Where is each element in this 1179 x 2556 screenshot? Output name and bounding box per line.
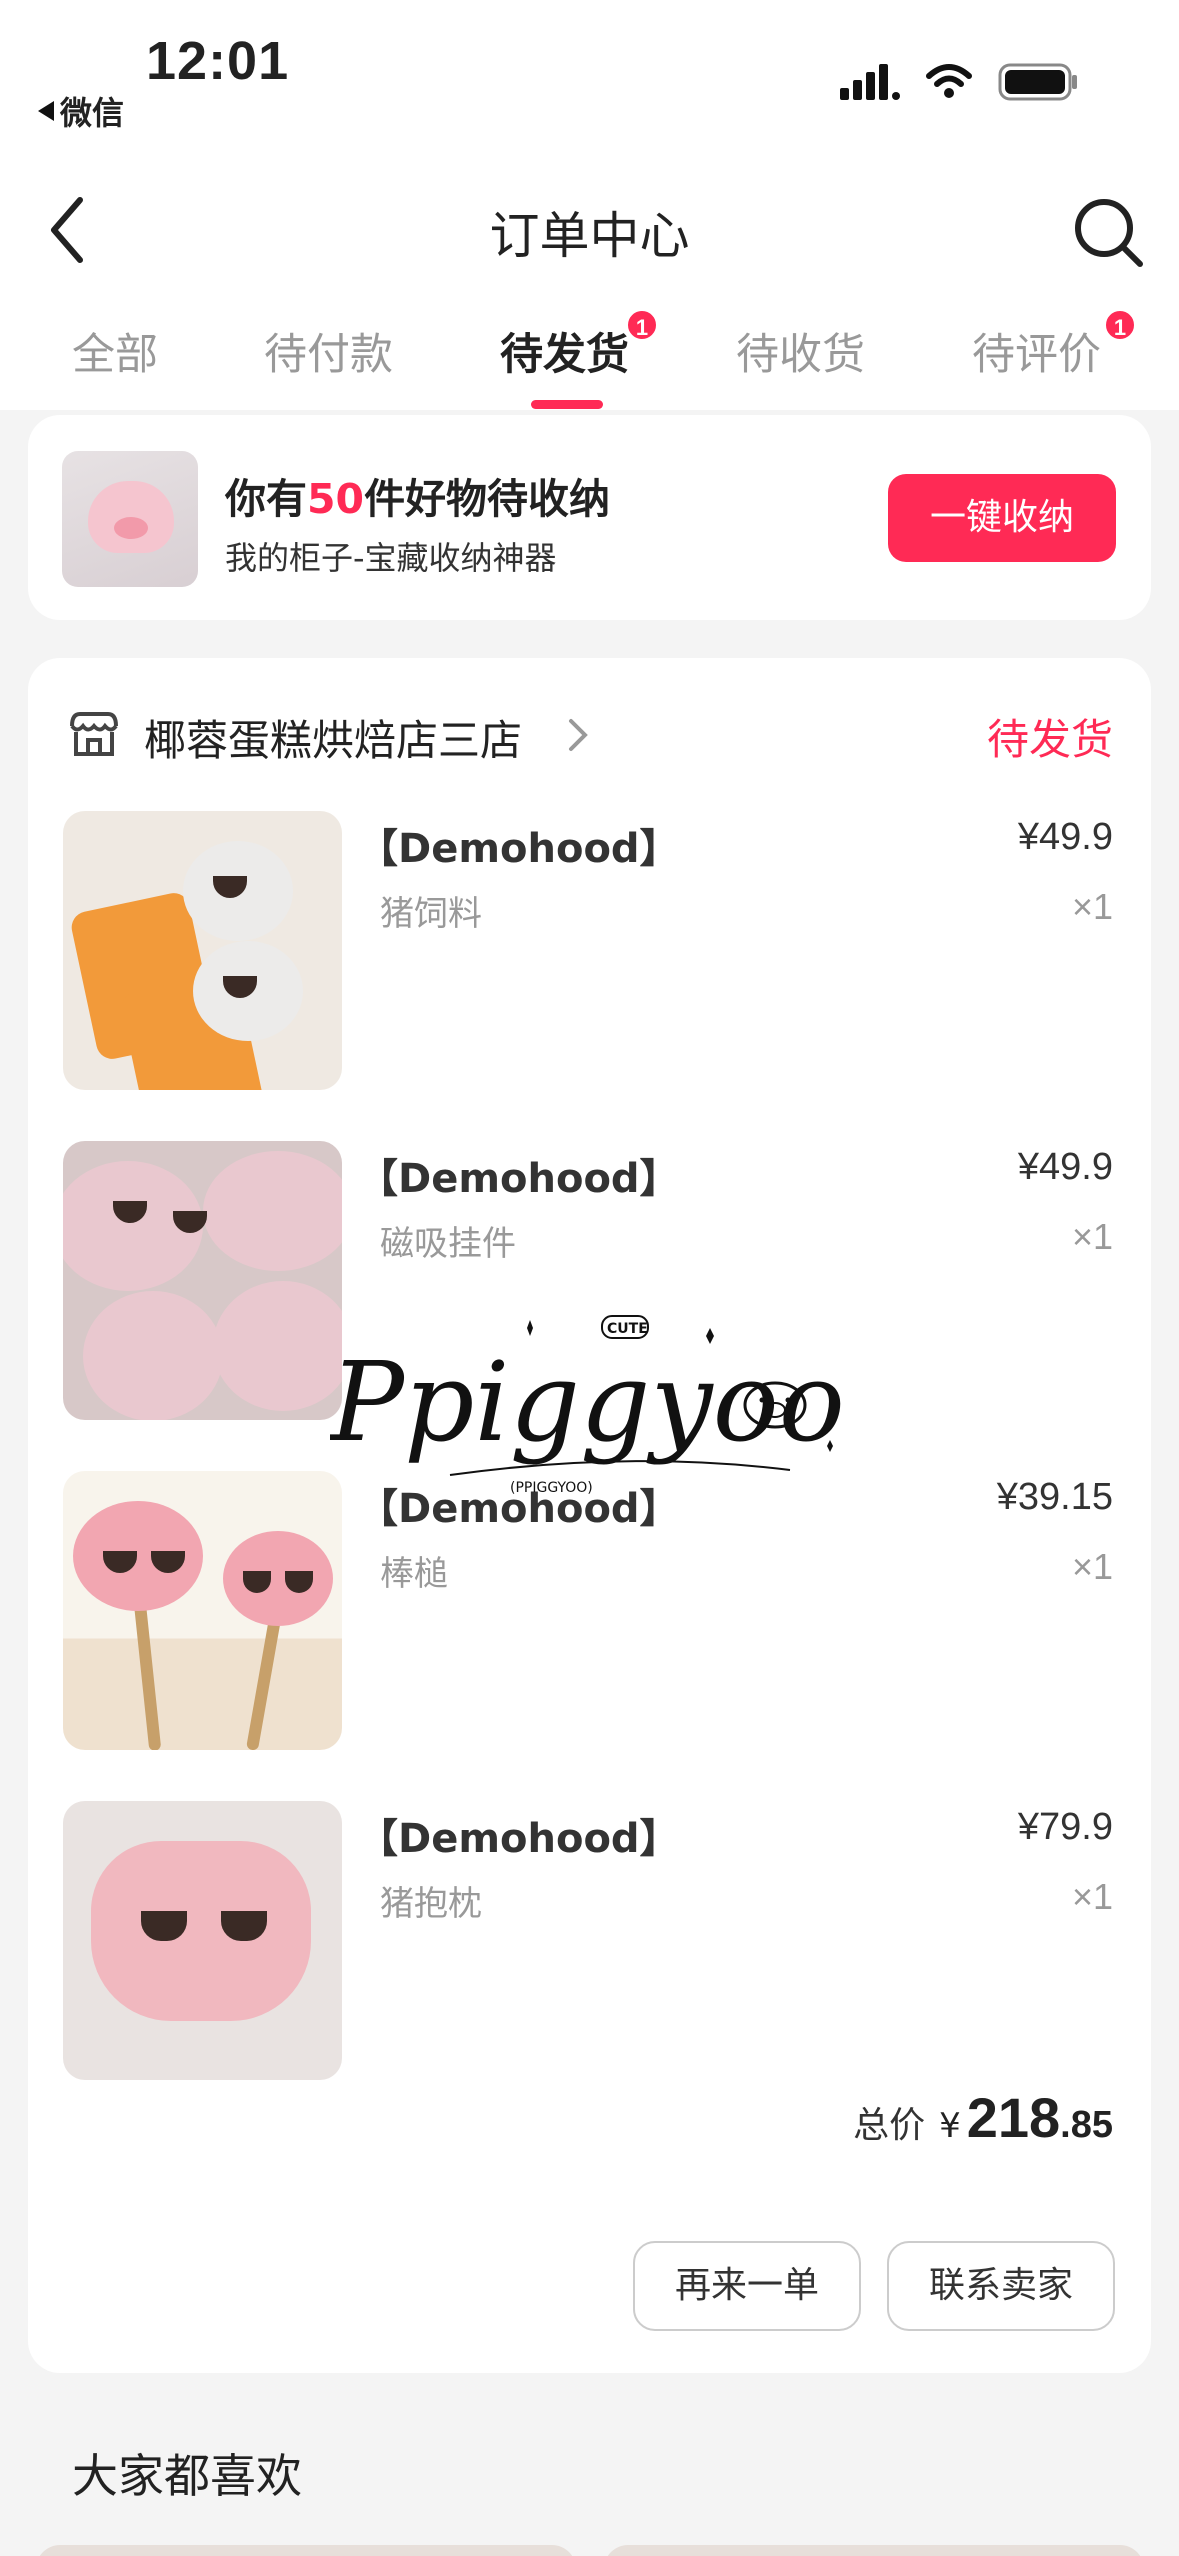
product-image xyxy=(63,1471,342,1750)
product-brand: 【Demohood】 xyxy=(358,826,680,872)
order-status: 待发货 xyxy=(986,715,1113,764)
order-tabs: 全部 待付款 待发货 1 待收货 待评价 1 xyxy=(0,308,1179,410)
storage-promo-card[interactable]: 你有50件好物待收纳 我的柜子-宝藏收纳神器 一键收纳 xyxy=(28,415,1151,620)
product-price: ¥79.9 xyxy=(1017,1806,1113,1848)
tab-label: 全部 xyxy=(72,330,158,380)
promo-title-prefix: 你有 xyxy=(225,475,307,523)
product-price: ¥49.9 xyxy=(1017,816,1113,858)
order-card: 椰蓉蛋糕烘焙店三店 待发货 【Demohood】 猪饲料 ¥49.9 ×1 【D… xyxy=(28,658,1151,2373)
tab-label: 待发货 xyxy=(500,330,629,380)
total-integer: 218 xyxy=(966,2086,1061,2149)
product-brand: 【Demohood】 xyxy=(358,1486,680,1532)
promo-thumbnail xyxy=(62,451,198,587)
product-name: 磁吸挂件 xyxy=(380,1224,516,1264)
product-name: 猪饲料 xyxy=(380,894,482,934)
tab-badge: 1 xyxy=(625,308,659,342)
shop-icon xyxy=(70,712,118,756)
total-label: 总价 xyxy=(853,2105,926,2146)
recommend-card[interactable] xyxy=(36,2545,576,2556)
reorder-button[interactable]: 再来一单 xyxy=(633,2241,861,2331)
tab-pending-receipt[interactable]: 待收货 xyxy=(736,320,865,382)
one-click-store-button[interactable]: 一键收纳 xyxy=(888,474,1116,562)
order-item[interactable]: 【Demohood】 磁吸挂件 ¥49.9 ×1 xyxy=(28,1141,1151,1421)
back-app-label: 微信 xyxy=(60,94,125,132)
tab-pending-payment[interactable]: 待付款 xyxy=(264,320,393,382)
total-currency: ¥ xyxy=(939,2106,961,2146)
status-icons xyxy=(840,62,1078,102)
promo-title: 你有50件好物待收纳 xyxy=(225,465,610,525)
cellular-signal-icon xyxy=(840,64,900,100)
product-quantity: ×1 xyxy=(1071,1216,1113,1257)
pig-cake-image xyxy=(88,481,174,553)
tab-label: 待评价 xyxy=(972,330,1101,380)
product-image xyxy=(63,1801,342,2080)
product-price: ¥49.9 xyxy=(1017,1146,1113,1188)
promo-title-suffix: 件好物待收纳 xyxy=(364,475,611,523)
shop-name-link[interactable]: 椰蓉蛋糕烘焙店三店 xyxy=(144,707,522,768)
product-image xyxy=(63,811,342,1090)
product-quantity: ×1 xyxy=(1071,886,1113,927)
back-triangle-icon xyxy=(38,101,54,121)
order-item[interactable]: 【Demohood】 猪饲料 ¥49.9 ×1 xyxy=(28,811,1151,1091)
wifi-icon xyxy=(926,64,972,98)
product-brand: 【Demohood】 xyxy=(358,1156,680,1202)
battery-icon xyxy=(998,63,1077,101)
product-brand: 【Demohood】 xyxy=(358,1816,680,1862)
contact-seller-button[interactable]: 联系卖家 xyxy=(887,2241,1115,2331)
status-time: 12:01 xyxy=(146,31,290,91)
tab-label: 待收货 xyxy=(736,330,865,380)
recommend-title: 大家都喜欢 xyxy=(72,2449,302,2503)
product-quantity: ×1 xyxy=(1071,1546,1113,1587)
recommend-card[interactable] xyxy=(604,2545,1144,2556)
product-image xyxy=(63,1141,342,1420)
tab-pending-shipment[interactable]: 待发货 1 xyxy=(500,308,659,382)
chevron-right-icon[interactable] xyxy=(563,715,593,755)
product-price: ¥39.15 xyxy=(996,1476,1113,1518)
page-title: 订单中心 xyxy=(489,207,690,265)
promo-subtitle: 我的柜子-宝藏收纳神器 xyxy=(225,539,557,577)
tab-badge: 1 xyxy=(1103,308,1137,342)
tab-pending-review[interactable]: 待评价 1 xyxy=(972,308,1137,382)
tab-label: 待付款 xyxy=(264,330,393,380)
order-total: 总价 ¥ 218 .85 xyxy=(853,2085,1113,2150)
active-tab-indicator xyxy=(531,400,603,409)
order-item[interactable]: 【Demohood】 猪抱枕 ¥79.9 ×1 xyxy=(28,1801,1151,2081)
order-item[interactable]: 【Demohood】 棒槌 ¥39.15 ×1 xyxy=(28,1471,1151,1751)
total-decimal: .85 xyxy=(1060,2104,1113,2146)
search-icon[interactable] xyxy=(1068,192,1148,272)
promo-count: 50 xyxy=(307,475,365,523)
product-name: 棒槌 xyxy=(380,1554,448,1594)
product-name: 猪抱枕 xyxy=(380,1884,482,1924)
product-quantity: ×1 xyxy=(1071,1876,1113,1917)
tab-all[interactable]: 全部 xyxy=(72,320,158,382)
back-to-app-button[interactable]: 微信 xyxy=(38,88,124,134)
